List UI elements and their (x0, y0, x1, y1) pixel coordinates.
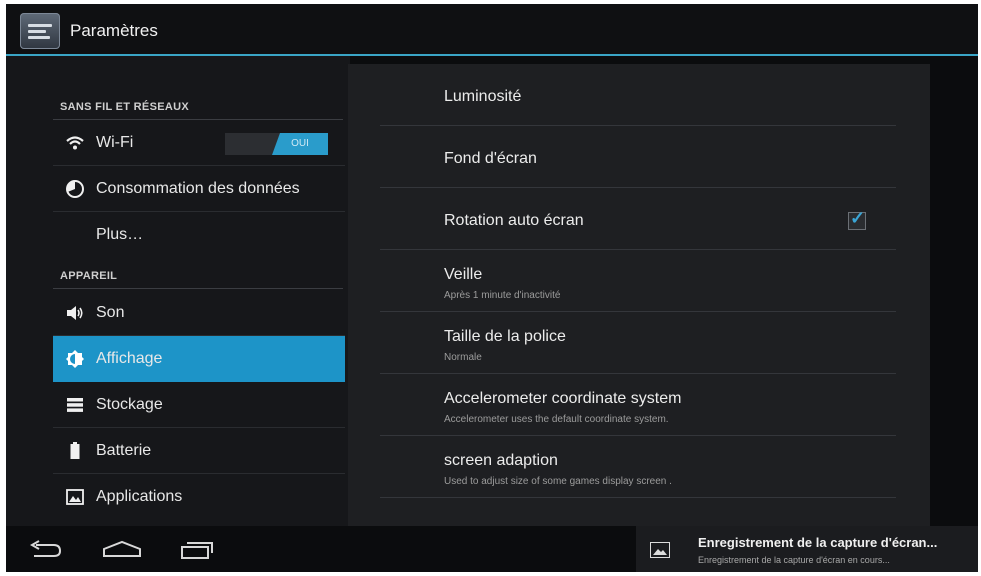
brightness-icon (65, 349, 85, 369)
sidebar-item-data-usage[interactable]: Consommation des données (53, 166, 345, 212)
sidebar-item-storage[interactable]: Stockage (53, 382, 345, 428)
setting-title: Taille de la police (444, 328, 566, 345)
section-header-device: APPAREIL (60, 270, 118, 282)
sidebar-item-label: Applications (96, 488, 183, 505)
battery-icon (65, 441, 85, 461)
settings-app-icon[interactable] (20, 13, 60, 49)
check-icon: ✓ (850, 208, 866, 228)
notification-title: Enregistrement de la capture d'écran... (698, 535, 938, 550)
sidebar-item-more[interactable]: Plus… (53, 212, 345, 258)
back-icon[interactable] (28, 540, 64, 560)
image-icon (650, 542, 670, 558)
recent-apps-icon[interactable] (180, 540, 214, 560)
android-screen: Paramètres SANS FIL ET RÉSEAUX Wi-Fi OUI… (6, 4, 978, 572)
home-icon[interactable] (102, 539, 142, 559)
setting-summary: Après 1 minute d'inactivité (444, 290, 561, 301)
setting-title: Fond d'écran (444, 150, 537, 167)
notification-subtitle: Enregistrement de la capture d'écran en … (698, 555, 890, 565)
setting-screen-adaption[interactable]: screen adaption Used to adjust size of s… (380, 436, 896, 498)
action-bar: Paramètres (6, 4, 978, 56)
wifi-toggle-on-label: OUI (272, 133, 328, 155)
applications-icon (65, 487, 85, 507)
auto-rotate-checkbox[interactable]: ✓ (848, 208, 866, 230)
setting-title: Rotation auto écran (444, 212, 584, 229)
storage-icon (65, 395, 85, 415)
setting-accelerometer[interactable]: Accelerometer coordinate system Accelero… (380, 374, 896, 436)
setting-font-size[interactable]: Taille de la police Normale (380, 312, 896, 374)
setting-summary: Normale (444, 352, 482, 363)
speaker-icon (65, 303, 85, 323)
sidebar-item-label: Batterie (96, 442, 152, 459)
sidebar-item-label: Wi-Fi (96, 134, 134, 151)
section-divider (53, 288, 343, 289)
setting-title: screen adaption (444, 452, 558, 469)
display-settings-panel: Luminosité Fond d'écran Rotation auto éc… (348, 64, 930, 526)
sidebar-item-battery[interactable]: Batterie (53, 428, 345, 474)
sidebar-item-wifi[interactable]: Wi-Fi OUI (53, 120, 345, 166)
setting-title: Accelerometer coordinate system (444, 390, 682, 407)
sidebar-item-applications[interactable]: Applications (53, 474, 345, 520)
setting-title: Luminosité (444, 88, 522, 105)
navigation-bar: Enregistrement de la capture d'écran... … (6, 526, 978, 572)
sidebar-item-label: Son (96, 304, 125, 321)
data-usage-icon (65, 179, 85, 199)
sidebar-item-label: Stockage (96, 396, 163, 413)
setting-wallpaper[interactable]: Fond d'écran (380, 126, 896, 188)
setting-brightness[interactable]: Luminosité (380, 64, 896, 126)
setting-summary: Accelerometer uses the default coordinat… (444, 414, 669, 425)
wifi-icon (65, 133, 85, 153)
sidebar-item-label: Plus… (96, 226, 144, 243)
wifi-toggle[interactable]: OUI (225, 133, 328, 155)
setting-summary: Used to adjust size of some games displa… (444, 476, 672, 487)
setting-auto-rotate[interactable]: Rotation auto écran ✓ (380, 188, 896, 250)
screenshot-notification[interactable]: Enregistrement de la capture d'écran... … (636, 526, 978, 572)
page-title: Paramètres (70, 21, 158, 40)
setting-title: Veille (444, 266, 483, 283)
sidebar-item-display[interactable]: Affichage (53, 336, 345, 382)
settings-sidebar: SANS FIL ET RÉSEAUX Wi-Fi OUI Consommati… (6, 56, 350, 526)
sidebar-item-sound[interactable]: Son (53, 290, 345, 336)
setting-divider (380, 497, 896, 498)
sidebar-item-label: Affichage (96, 350, 163, 367)
section-header-wireless: SANS FIL ET RÉSEAUX (60, 101, 189, 113)
sidebar-item-label: Consommation des données (96, 180, 300, 197)
setting-sleep[interactable]: Veille Après 1 minute d'inactivité (380, 250, 896, 312)
